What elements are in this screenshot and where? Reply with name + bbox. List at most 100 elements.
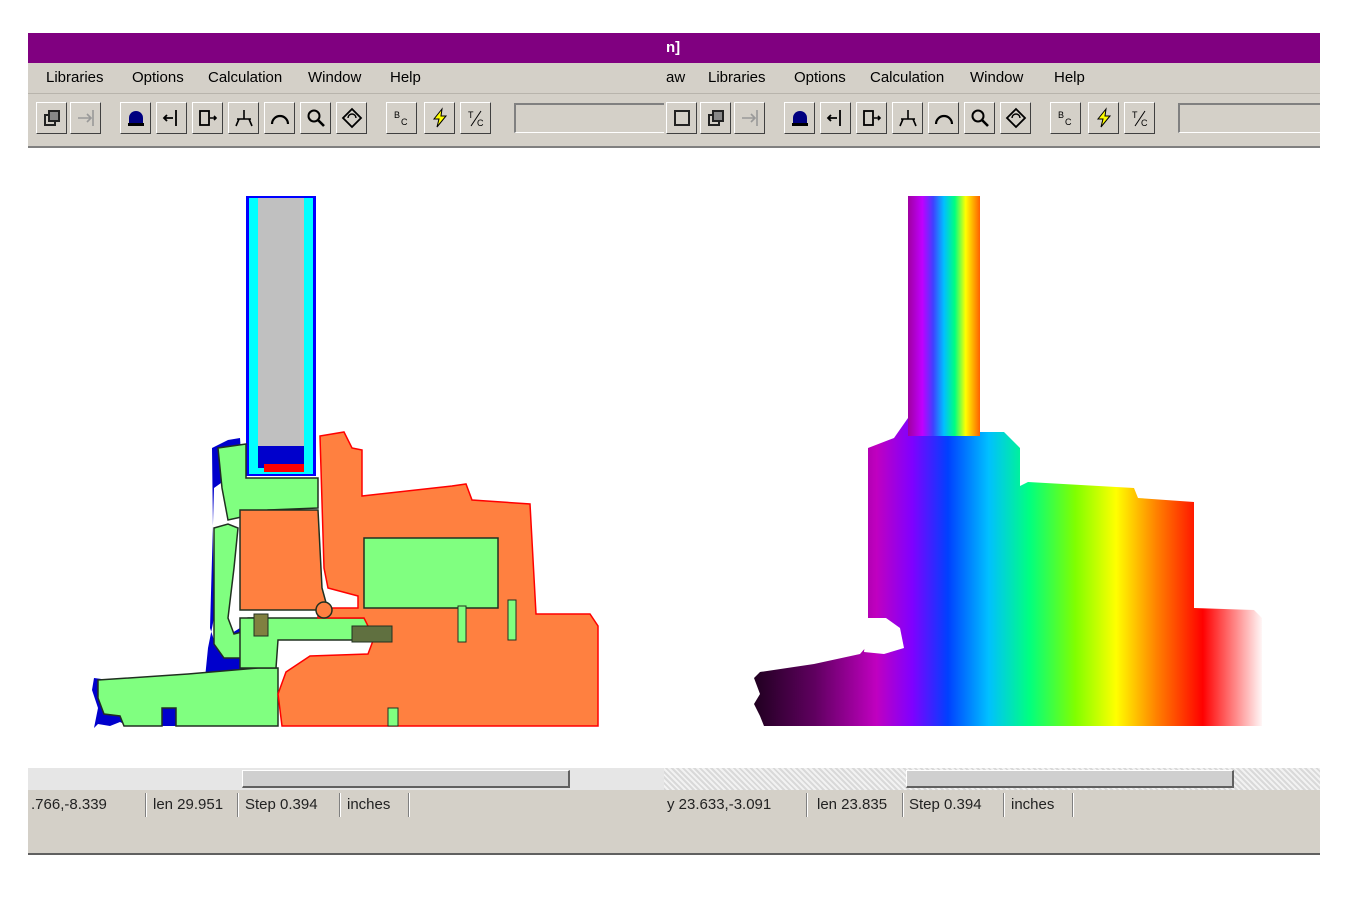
status-bar: .766,-8.339 len 29.951 Step 0.394 inches	[28, 790, 664, 820]
results-canvas[interactable]	[664, 148, 1320, 768]
draw-rect-button[interactable]	[666, 102, 697, 134]
hardware	[351, 625, 393, 643]
status-coords: y 23.633,-3.091	[664, 793, 808, 817]
drawing-canvas[interactable]	[28, 148, 664, 768]
split-icon	[898, 110, 917, 127]
tc-button[interactable]: TC	[1124, 102, 1155, 134]
calculate-button[interactable]	[1088, 102, 1119, 134]
arrow-right-box-button[interactable]	[192, 102, 223, 134]
snap-button[interactable]	[734, 102, 765, 134]
magnify-icon	[971, 109, 989, 127]
dome-button[interactable]	[784, 102, 815, 134]
title-bar	[28, 33, 664, 63]
horizontal-scrollbar[interactable]	[664, 768, 1320, 790]
glass-cavity	[258, 198, 304, 446]
arrow-left-bar-icon	[162, 110, 177, 126]
lightning-icon	[1096, 107, 1111, 128]
menu-bar: Libraries Options Calculation Window Hel…	[28, 63, 664, 94]
split-button[interactable]	[228, 102, 259, 134]
scrollbar-thumb[interactable]	[242, 770, 570, 788]
svg-text:C: C	[1141, 118, 1148, 128]
scrollbar-thumb[interactable]	[906, 770, 1234, 788]
arc-icon	[270, 114, 289, 125]
results-window: n] aw Libraries Options Calculation Wind…	[664, 33, 1320, 855]
toolbar-input[interactable]	[514, 103, 664, 133]
screw-hole	[315, 601, 333, 619]
svg-text:T: T	[468, 110, 474, 120]
arrow-right-box-button[interactable]	[856, 102, 887, 134]
zoom-button[interactable]	[964, 102, 995, 134]
status-bar: y 23.633,-3.091 len 23.835 Step 0.394 in…	[664, 790, 1320, 820]
menu-window[interactable]: Window	[970, 63, 1023, 93]
copy-button[interactable]	[36, 102, 67, 134]
copy-button[interactable]	[700, 102, 731, 134]
svg-text:B: B	[1058, 110, 1064, 120]
dome-icon	[127, 111, 144, 126]
menu-libraries[interactable]: Libraries	[708, 63, 766, 93]
tc-button[interactable]: TC	[460, 102, 491, 134]
toolbar: BC TC	[28, 94, 664, 148]
bc-button[interactable]: BC	[386, 102, 417, 134]
dome-button[interactable]	[120, 102, 151, 134]
status-length: len 23.835	[814, 793, 904, 817]
status-length: len 29.951	[150, 793, 239, 817]
arrow-right-box-icon	[862, 110, 881, 126]
tc-icon: TC	[468, 110, 484, 128]
split-icon	[234, 110, 253, 127]
snap-icon	[77, 110, 94, 126]
arc-icon	[934, 114, 953, 125]
rotate-button[interactable]	[1000, 102, 1031, 134]
tc-icon: TC	[1132, 110, 1148, 128]
arrow-right-box-icon	[198, 110, 217, 126]
rectangle-icon	[673, 110, 690, 126]
status-units: inches	[1008, 793, 1074, 817]
temperature-isotherm-plot	[754, 196, 1262, 726]
window-section-geometry	[92, 196, 599, 728]
snap-button[interactable]	[70, 102, 101, 134]
arc-button[interactable]	[264, 102, 295, 134]
rotate-icon	[341, 107, 362, 129]
arc-button[interactable]	[928, 102, 959, 134]
geometry-window: Libraries Options Calculation Window Hel…	[28, 33, 664, 855]
title-bar: n]	[664, 33, 1320, 63]
calculate-button[interactable]	[424, 102, 455, 134]
menu-bar: aw Libraries Options Calculation Window …	[664, 63, 1320, 94]
window-bottom-border	[28, 820, 664, 855]
toolbar: BC TC	[664, 94, 1320, 148]
menu-options[interactable]: Options	[794, 63, 846, 93]
drain-slot-3	[387, 707, 399, 727]
toolbar-input[interactable]	[1178, 103, 1320, 133]
arrow-left-bar-button[interactable]	[820, 102, 851, 134]
bc-icon: BC	[1058, 110, 1072, 127]
menu-options[interactable]: Options	[132, 63, 184, 93]
menu-libraries[interactable]: Libraries	[46, 63, 104, 93]
status-coords: .766,-8.339	[28, 793, 147, 817]
arrow-left-bar-button[interactable]	[156, 102, 187, 134]
menu-help[interactable]: Help	[1054, 63, 1085, 93]
sill-polymer	[97, 667, 279, 727]
rotate-icon	[1005, 107, 1026, 129]
svg-text:C: C	[477, 118, 484, 128]
sash-insert	[363, 537, 499, 609]
lightning-icon	[432, 107, 447, 128]
rotate-button[interactable]	[336, 102, 367, 134]
svg-text:B: B	[394, 110, 400, 120]
menu-window[interactable]: Window	[308, 63, 361, 93]
svg-text:C: C	[401, 117, 408, 127]
menu-help[interactable]: Help	[390, 63, 421, 93]
glazing-isotherms	[908, 196, 980, 436]
drain-slot-1	[457, 605, 467, 643]
menu-calculation[interactable]: Calculation	[870, 63, 944, 93]
horizontal-scrollbar[interactable]	[28, 768, 664, 790]
bc-button[interactable]: BC	[1050, 102, 1081, 134]
zoom-button[interactable]	[300, 102, 331, 134]
copy-icon	[707, 110, 724, 126]
arrow-left-bar-icon	[826, 110, 841, 126]
menu-draw[interactable]: aw	[666, 63, 685, 93]
bc-icon: BC	[394, 110, 408, 127]
split-button[interactable]	[892, 102, 923, 134]
menu-calculation[interactable]: Calculation	[208, 63, 282, 93]
status-step: Step 0.394	[242, 793, 341, 817]
snap-icon	[741, 110, 758, 126]
weatherstrip	[253, 613, 269, 637]
